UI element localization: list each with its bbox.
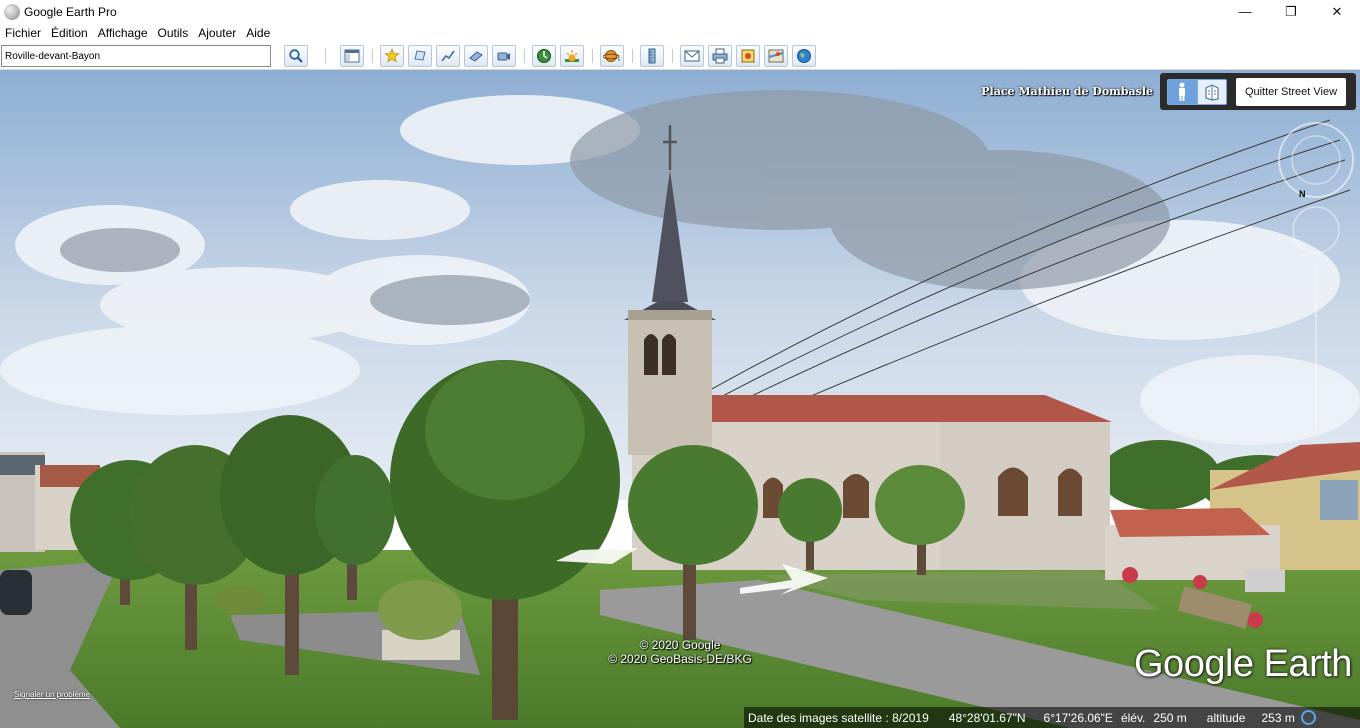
save-image-button[interactable] [736,45,760,67]
historical-imagery-icon [537,49,551,63]
street-view-controls: Quitter Street View [1160,73,1356,110]
imagery-credits: © 2020 Google © 2020 GeoBasis-DE/BKG [600,638,760,666]
ruler-icon [648,48,656,64]
person-icon [1179,82,1185,101]
record-tour-button[interactable] [492,45,516,67]
elevation-value: 250 m [1153,710,1187,725]
planets-icon [603,50,620,62]
toolbar-separator [632,49,633,63]
street-view-panorama[interactable]: N [0,70,1360,728]
toolbar-separator [672,49,673,63]
menu-edition[interactable]: Édition [46,23,93,43]
earth-button[interactable] [792,45,816,67]
add-polygon-button[interactable] [408,45,432,67]
sunlight-button[interactable] [560,45,584,67]
menu-aide[interactable]: Aide [241,23,275,43]
menu-affichage[interactable]: Affichage [93,23,153,43]
close-button[interactable]: ✕ [1314,0,1360,23]
latitude: 48°28'01.67"N [948,710,1026,725]
toolbar-separator [592,49,593,63]
sidebar-icon [344,49,360,63]
compass-north-label: N [1299,189,1306,199]
sidebar-toggle-button[interactable] [340,45,364,67]
print-icon [712,48,728,64]
toolbar-separator [524,49,525,63]
earth-icon [797,49,811,63]
polygon-icon [414,50,426,61]
add-placemark-button[interactable] [380,45,404,67]
historical-imagery-button[interactable] [532,45,556,67]
toolbar-separator [372,49,373,63]
google-earth-app-icon [4,3,20,20]
credit-line-google: © 2020 Google [639,638,721,652]
sunlight-icon [565,50,579,62]
pegman-toggle[interactable] [1167,79,1197,105]
window-controls: — ❐ ✕ [1222,0,1360,23]
credit-line-geobasis: © 2020 GeoBasis-DE/BKG [608,652,752,666]
title-bar: Google Earth Pro — ❐ ✕ [0,0,1360,23]
print-button[interactable] [708,45,732,67]
email-button[interactable] [680,45,704,67]
toolbar-separator [325,49,326,63]
menu-bar: Fichier Édition Affichage Outils Ajouter… [0,23,1360,43]
longitude: 6°17'26.06"E [1043,710,1113,725]
image-overlay-icon [469,51,483,62]
menu-outils[interactable]: Outils [153,23,194,43]
view-in-maps-icon [768,49,784,63]
search-icon [289,49,303,63]
altitude-label: altitude [1206,710,1246,725]
record-tour-icon [497,52,510,61]
add-path-button[interactable] [436,45,460,67]
imagery-date: Date des images satellite : 8/2019 [748,710,929,725]
street-view-place-name: Place Mathieu de Dombasle [981,85,1153,98]
street-view-viewport[interactable]: N Place Mathieu de Dombasle Quitter Stre… [0,70,1360,728]
search-input[interactable] [1,45,271,67]
building-icon [1205,84,1219,101]
maximize-button[interactable]: ❐ [1268,0,1314,23]
switch-planet-button[interactable] [600,45,624,67]
ruler-button[interactable] [640,45,664,67]
google-earth-logo: Google Earth [1134,643,1352,685]
report-problem-link[interactable]: Signaler un problème [14,690,90,699]
add-image-overlay-button[interactable] [464,45,488,67]
search-button[interactable] [284,45,308,67]
toolbar [0,43,1360,70]
streaming-progress-icon [1300,710,1316,725]
window-title: Google Earth Pro [24,4,117,19]
placemark-icon [384,48,400,63]
path-icon [441,50,455,62]
view-in-google-maps-button[interactable] [764,45,788,67]
menu-ajouter[interactable]: Ajouter [193,23,241,43]
save-image-icon [741,49,755,63]
menu-fichier[interactable]: Fichier [0,23,46,43]
minimize-button[interactable]: — [1222,0,1268,23]
status-bar: Date des images satellite : 8/2019 48°28… [744,707,1360,728]
email-icon [684,50,700,62]
elevation-label: élév. [1120,710,1146,725]
altitude-value: 253 m [1261,710,1295,725]
exit-street-view-button[interactable]: Quitter Street View [1236,78,1346,106]
buildings-toggle[interactable] [1197,79,1227,105]
